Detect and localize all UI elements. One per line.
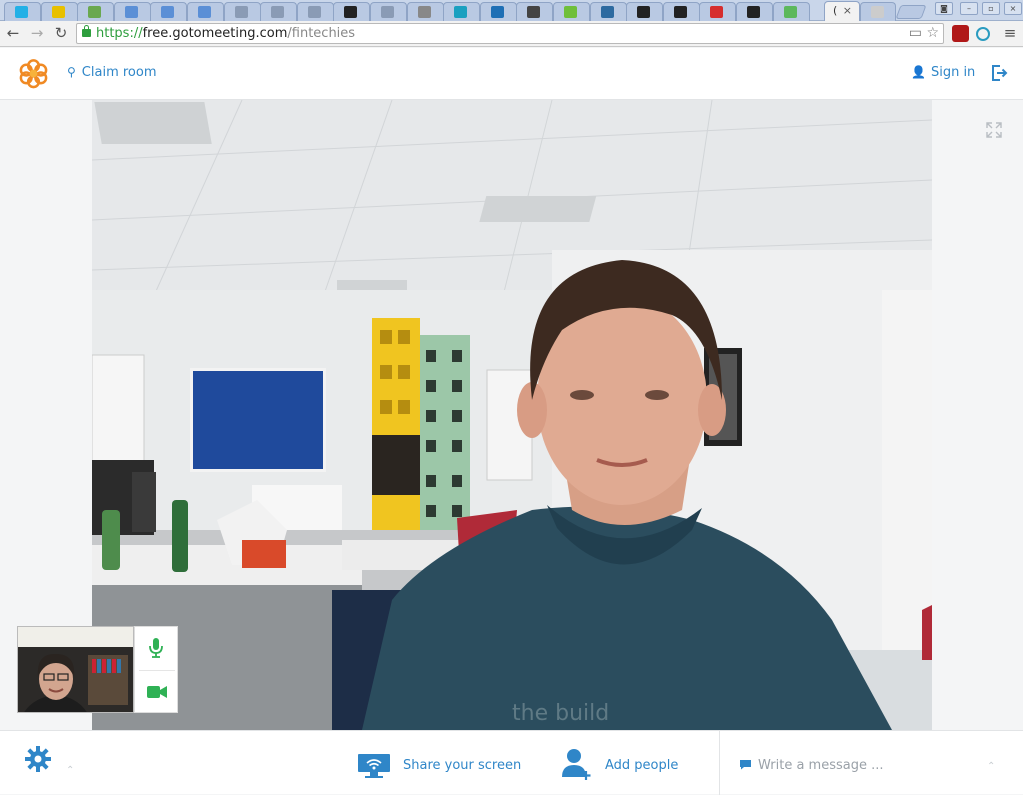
browser-toolbar: ← → ↻ https://free.gotomeeting.com/finte… [0, 21, 1023, 47]
camera-icon[interactable] [146, 685, 168, 699]
restore-window-button[interactable]: ▫ [982, 2, 1000, 15]
url-text: https://free.gotomeeting.com/fintechies [96, 26, 356, 41]
tab-active[interactable]: ( × [824, 1, 860, 22]
browser-tab[interactable] [77, 2, 115, 21]
browser-tab[interactable] [296, 2, 334, 21]
chat-bubble-icon [740, 760, 751, 770]
bottom-toolbar: ⌃ Share your screen Add people ⌃ [0, 730, 1023, 795]
lock-icon [82, 25, 91, 37]
bookmark-star-icon[interactable]: ☆ [926, 25, 939, 41]
browser-tab[interactable] [40, 2, 78, 21]
tab-favicon-icon [637, 6, 651, 18]
share-screen-icon[interactable] [357, 753, 391, 779]
main-video-feed: the build [92, 100, 932, 730]
browser-tab[interactable] [662, 2, 700, 21]
forward-button[interactable]: → [28, 24, 46, 42]
tab-favicon-icon [344, 6, 358, 18]
profile-icon[interactable]: ◙ [935, 2, 953, 15]
settings-gear-icon[interactable] [24, 745, 52, 773]
browser-tab[interactable] [370, 2, 407, 21]
browser-tab[interactable] [260, 2, 298, 21]
browser-menu-icon[interactable]: ≡ [1001, 24, 1019, 42]
browser-tab[interactable] [4, 2, 41, 21]
tab-favicon-icon [490, 6, 504, 18]
browser-tab[interactable] [589, 2, 627, 21]
tab-favicon-icon [271, 6, 285, 18]
exit-meeting-icon[interactable] [990, 64, 1008, 82]
link-icon: ⚲ [67, 65, 76, 79]
browser-tab[interactable] [150, 2, 188, 21]
add-people-button[interactable]: Add people [605, 758, 678, 773]
close-window-button[interactable]: × [1004, 2, 1022, 15]
claim-room-link[interactable]: ⚲ Claim room [67, 65, 157, 80]
sign-in-label: Sign in [930, 65, 976, 80]
browser-tab[interactable] [406, 2, 444, 21]
tab-favicon-icon [124, 6, 138, 18]
new-tab-button[interactable] [895, 5, 927, 19]
minimize-window-button[interactable]: – [960, 2, 978, 15]
message-input[interactable] [758, 753, 978, 777]
tab-title: ( [833, 4, 838, 17]
browser-tab[interactable] [772, 2, 810, 21]
self-video-image [18, 627, 133, 712]
tab-favicon-icon [15, 6, 28, 18]
browser-tab[interactable] [516, 2, 554, 21]
browser-tab[interactable] [479, 2, 517, 21]
tab-favicon-icon [600, 6, 614, 18]
browser-tab[interactable] [736, 2, 773, 21]
extension-icon[interactable] [976, 27, 990, 41]
tab-favicon-icon [198, 6, 211, 18]
browser-tab[interactable] [223, 2, 261, 21]
microphone-icon[interactable] [148, 637, 164, 659]
share-screen-button[interactable]: Share your screen [403, 758, 521, 773]
self-video-preview [17, 626, 134, 713]
app-header: ⚲ Claim room 👤 Sign in [0, 48, 1023, 100]
tab-favicon-icon [161, 6, 175, 18]
chat-expand-icon[interactable]: ⌃ [987, 761, 995, 772]
chat-divider [719, 731, 720, 795]
address-bar[interactable]: https://free.gotomeeting.com/fintechies … [76, 23, 944, 44]
tab-favicon-icon [381, 6, 394, 18]
tab-favicon-icon [417, 6, 431, 18]
tab-favicon-icon [454, 6, 468, 18]
tab[interactable] [860, 2, 896, 21]
ublock-extension-icon[interactable] [952, 25, 969, 42]
browser-tab[interactable] [626, 2, 664, 21]
back-button[interactable]: ← [4, 24, 22, 42]
tab-favicon-icon [527, 6, 541, 18]
gotomeeting-logo-icon[interactable] [18, 58, 49, 89]
add-people-icon[interactable] [560, 747, 594, 781]
tab-favicon-icon [88, 6, 102, 18]
tab-favicon-icon [234, 6, 248, 18]
browser-tab[interactable] [553, 2, 590, 21]
video-frame-image: the build [92, 100, 932, 730]
tab-favicon-icon [871, 6, 884, 18]
browser-tab[interactable] [187, 2, 224, 21]
reload-button[interactable]: ↻ [52, 24, 70, 42]
browser-tab[interactable] [333, 2, 371, 21]
media-divider [139, 670, 175, 671]
tab-close-icon[interactable]: × [843, 4, 852, 17]
sign-in-link[interactable]: 👤 Sign in [911, 65, 975, 80]
camera-icon[interactable]: ▭ [909, 25, 922, 41]
omnibox-icons: ▭ ☆ [909, 25, 939, 41]
fullscreen-icon[interactable] [986, 122, 1002, 138]
tab-favicon-icon [710, 6, 724, 18]
claim-room-label: Claim room [81, 65, 157, 80]
tab-favicon-icon [307, 6, 321, 18]
browser-tab[interactable] [113, 2, 151, 21]
tab-favicon-icon [783, 6, 797, 18]
user-icon: 👤 [911, 65, 926, 79]
svg-text:the build: the build [512, 701, 609, 726]
tab-favicon-icon [564, 6, 577, 18]
media-controls [134, 626, 178, 713]
tab-favicon-icon [51, 6, 65, 18]
browser-tab[interactable] [443, 2, 481, 21]
browser-tab[interactable] [699, 2, 737, 21]
browser-tab-bar: ( × ◙ – ▫ × [0, 0, 1023, 22]
settings-expand-icon[interactable]: ⌃ [66, 765, 74, 776]
tab-favicon-icon [673, 6, 687, 18]
tab-favicon-icon [747, 6, 760, 18]
